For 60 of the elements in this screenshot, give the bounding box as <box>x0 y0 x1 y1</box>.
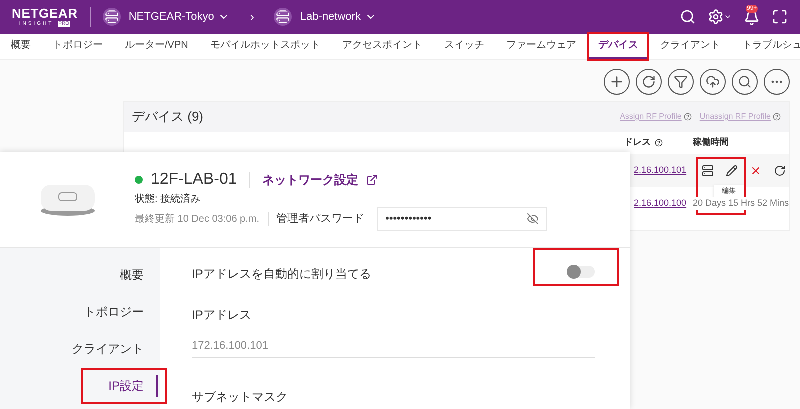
column-header: 稼働時間 <box>693 136 729 150</box>
server-icon <box>102 8 121 26</box>
nav-tab[interactable]: トポロジー <box>42 34 114 59</box>
cloud-upload-icon <box>706 75 720 89</box>
status-text: 状態: 接続済み <box>135 192 202 207</box>
filter-icon <box>674 75 688 89</box>
search-icon[interactable] <box>680 9 696 25</box>
side-menu-item[interactable]: IP設定 <box>108 375 158 397</box>
password-field[interactable]: •••••••••••• <box>376 207 546 231</box>
nav-tab[interactable]: ファームウェア <box>495 34 588 59</box>
side-menu-item[interactable]: クライアント <box>72 338 158 360</box>
uptime-text: 20 Days 15 Hrs 52 Mins <box>692 196 789 210</box>
device-name: 12F-LAB-01 <box>151 170 238 190</box>
side-menu-item[interactable]: トポロジー <box>84 301 158 323</box>
highlight-frame <box>587 32 650 61</box>
settings-icon[interactable] <box>708 9 724 25</box>
network-settings-link[interactable]: ネットワーク設定 <box>262 171 358 189</box>
refresh-icon <box>642 75 656 89</box>
fullscreen-icon[interactable] <box>772 9 788 25</box>
organization-dropdown[interactable]: NETGEAR-Tokyo <box>128 8 230 26</box>
panel-title: デバイス (9) <box>132 108 204 126</box>
eye-off-icon[interactable] <box>526 213 538 225</box>
nav-tab[interactable]: モバイルホットスポット <box>199 34 332 59</box>
breadcrumb-separator: › <box>250 9 254 26</box>
toggle-switch[interactable] <box>567 266 595 278</box>
refresh-button[interactable] <box>636 69 662 95</box>
logo: NETGEAR <box>12 7 78 21</box>
search-icon <box>738 75 752 89</box>
nav-tab[interactable]: スイッチ <box>433 34 496 59</box>
side-menu-item[interactable]: 概要 <box>120 264 158 286</box>
filter-button[interactable] <box>668 69 694 95</box>
more-button[interactable] <box>764 69 790 95</box>
nav-tab[interactable]: デバイス <box>587 34 650 59</box>
help-icon[interactable] <box>655 139 663 147</box>
auto-ip-label: IPアドレスを自動的に割り当てる <box>192 266 372 283</box>
nav-tab[interactable]: 概要 <box>0 34 42 59</box>
caret-icon <box>724 13 732 21</box>
ip-link[interactable]: 2.16.100.100 <box>634 198 687 208</box>
ip-link[interactable]: 2.16.100.101 <box>634 164 687 175</box>
export-button[interactable] <box>700 69 726 95</box>
nav-tab[interactable]: クライアント <box>649 34 732 59</box>
bell-icon[interactable] <box>744 10 760 26</box>
nav-tab[interactable]: ルーター/VPN <box>114 34 200 59</box>
edit-icon[interactable] <box>726 164 738 176</box>
device-icon[interactable] <box>702 164 714 176</box>
last-updated-text: 最終更新 10 Dec 03:06 p.m. <box>135 212 260 226</box>
ip-address-label: IPアドレス <box>192 307 252 324</box>
network-dropdown[interactable]: Lab-network <box>300 8 377 26</box>
external-link-icon <box>366 174 378 186</box>
search-button[interactable] <box>732 69 758 95</box>
plus-icon <box>609 74 625 90</box>
subnet-mask-label: サブネットマスク <box>192 389 289 406</box>
refresh-icon[interactable] <box>774 164 786 176</box>
ip-address-field[interactable]: 172.16.100.101 <box>192 334 595 358</box>
close-icon[interactable] <box>750 164 762 176</box>
server-icon <box>274 8 292 26</box>
column-header: ドレス <box>624 136 651 150</box>
password-label: 管理者パスワード <box>276 212 364 227</box>
add-button[interactable] <box>604 69 630 95</box>
nav-tab[interactable]: アクセスポイント <box>331 34 434 59</box>
